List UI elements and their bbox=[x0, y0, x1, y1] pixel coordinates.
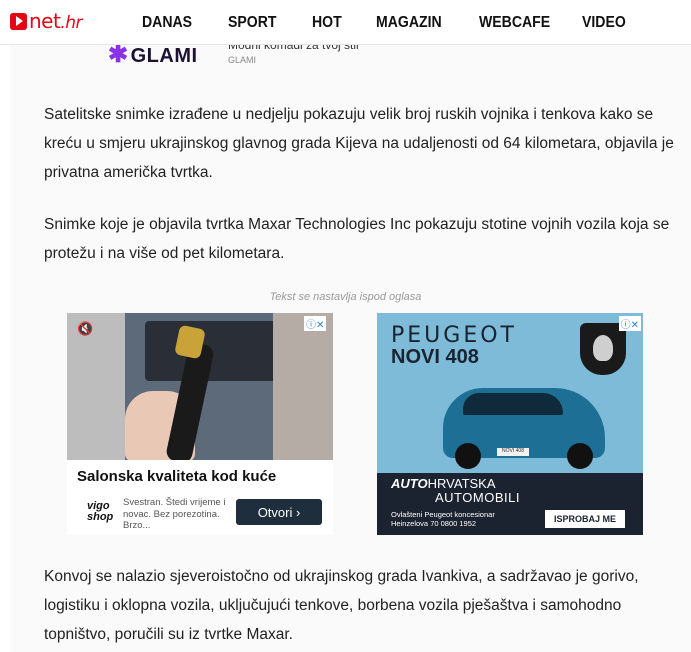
dealer-prefix: AUTO bbox=[391, 476, 428, 491]
logo-suffix: .hr bbox=[60, 13, 82, 33]
nav-magazin[interactable]: MAGAZIN bbox=[376, 14, 442, 32]
dealer-line1: HRVATSKA bbox=[427, 476, 496, 491]
dealer-address: Ovlašteni Peugeot koncesionar Heinzelova… bbox=[391, 510, 495, 528]
glami-star-icon: ✱ bbox=[108, 41, 129, 68]
ad-notice: Tekst se nastavlja ispod oglasa bbox=[269, 291, 422, 303]
ad-description: Svestran. Štedi vrijeme i novac. Bez por… bbox=[123, 497, 226, 531]
ad-product-image[interactable]: 🔇 ⓘ✕ bbox=[67, 313, 333, 460]
license-plate: NOVI 408 bbox=[497, 448, 529, 456]
logo-text: net bbox=[29, 9, 61, 33]
dealer-line2: AUTOMOBILI bbox=[435, 490, 520, 505]
vigo-logo: vigo shop bbox=[87, 501, 113, 523]
play-icon bbox=[10, 12, 27, 30]
article-paragraph-3: Konvoj se nalazio sjeveroistočno od ukra… bbox=[44, 568, 639, 643]
top-navigation: net.hr DANAS SPORT HOT MAGAZIN WEBCAFE V… bbox=[0, 0, 691, 45]
vigo-logo-line2: shop bbox=[87, 511, 114, 523]
adchoices-icon[interactable]: ⓘ✕ bbox=[304, 316, 327, 331]
nav-hot[interactable]: HOT bbox=[312, 14, 342, 32]
nav-webcafe[interactable]: WEBCAFE bbox=[479, 14, 550, 32]
vigo-ad[interactable]: 🔇 ⓘ✕ Salonska kvaliteta kod kuće vigo sh… bbox=[67, 313, 333, 535]
nav-sport[interactable]: SPORT bbox=[228, 14, 277, 32]
peugeot-brand: PEUGEOT bbox=[391, 323, 517, 348]
wheel-icon bbox=[455, 443, 481, 469]
peugeot-model: NOVI 408 bbox=[391, 346, 479, 368]
glami-logo: GLAMI bbox=[130, 45, 198, 67]
adchoices-icon[interactable]: ⓘ✕ bbox=[618, 316, 641, 331]
nav-video[interactable]: VIDEO bbox=[582, 14, 626, 32]
article-paragraph-2: Snimke koje je objavila tvrtka Maxar Tec… bbox=[44, 216, 670, 262]
glami-ad-sponsor: GLAMI bbox=[228, 55, 257, 65]
try-me-button[interactable]: ISPROBAJ ME bbox=[545, 510, 625, 528]
site-logo[interactable]: net.hr bbox=[10, 9, 82, 33]
ad-title[interactable]: Salonska kvaliteta kod kuće bbox=[77, 468, 276, 485]
article-paragraph-1: Satelitske snimke izrađene u nedjelju po… bbox=[44, 106, 674, 181]
mute-icon[interactable]: 🔇 bbox=[77, 321, 93, 337]
nav-danas[interactable]: DANAS bbox=[142, 14, 192, 32]
peugeot-ad[interactable]: PEUGEOT NOVI 408 ⓘ✕ NOVI 408 AUTOHRVATSK… bbox=[377, 313, 643, 535]
open-button[interactable]: Otvori › bbox=[236, 499, 322, 525]
wheel-icon bbox=[567, 443, 593, 469]
